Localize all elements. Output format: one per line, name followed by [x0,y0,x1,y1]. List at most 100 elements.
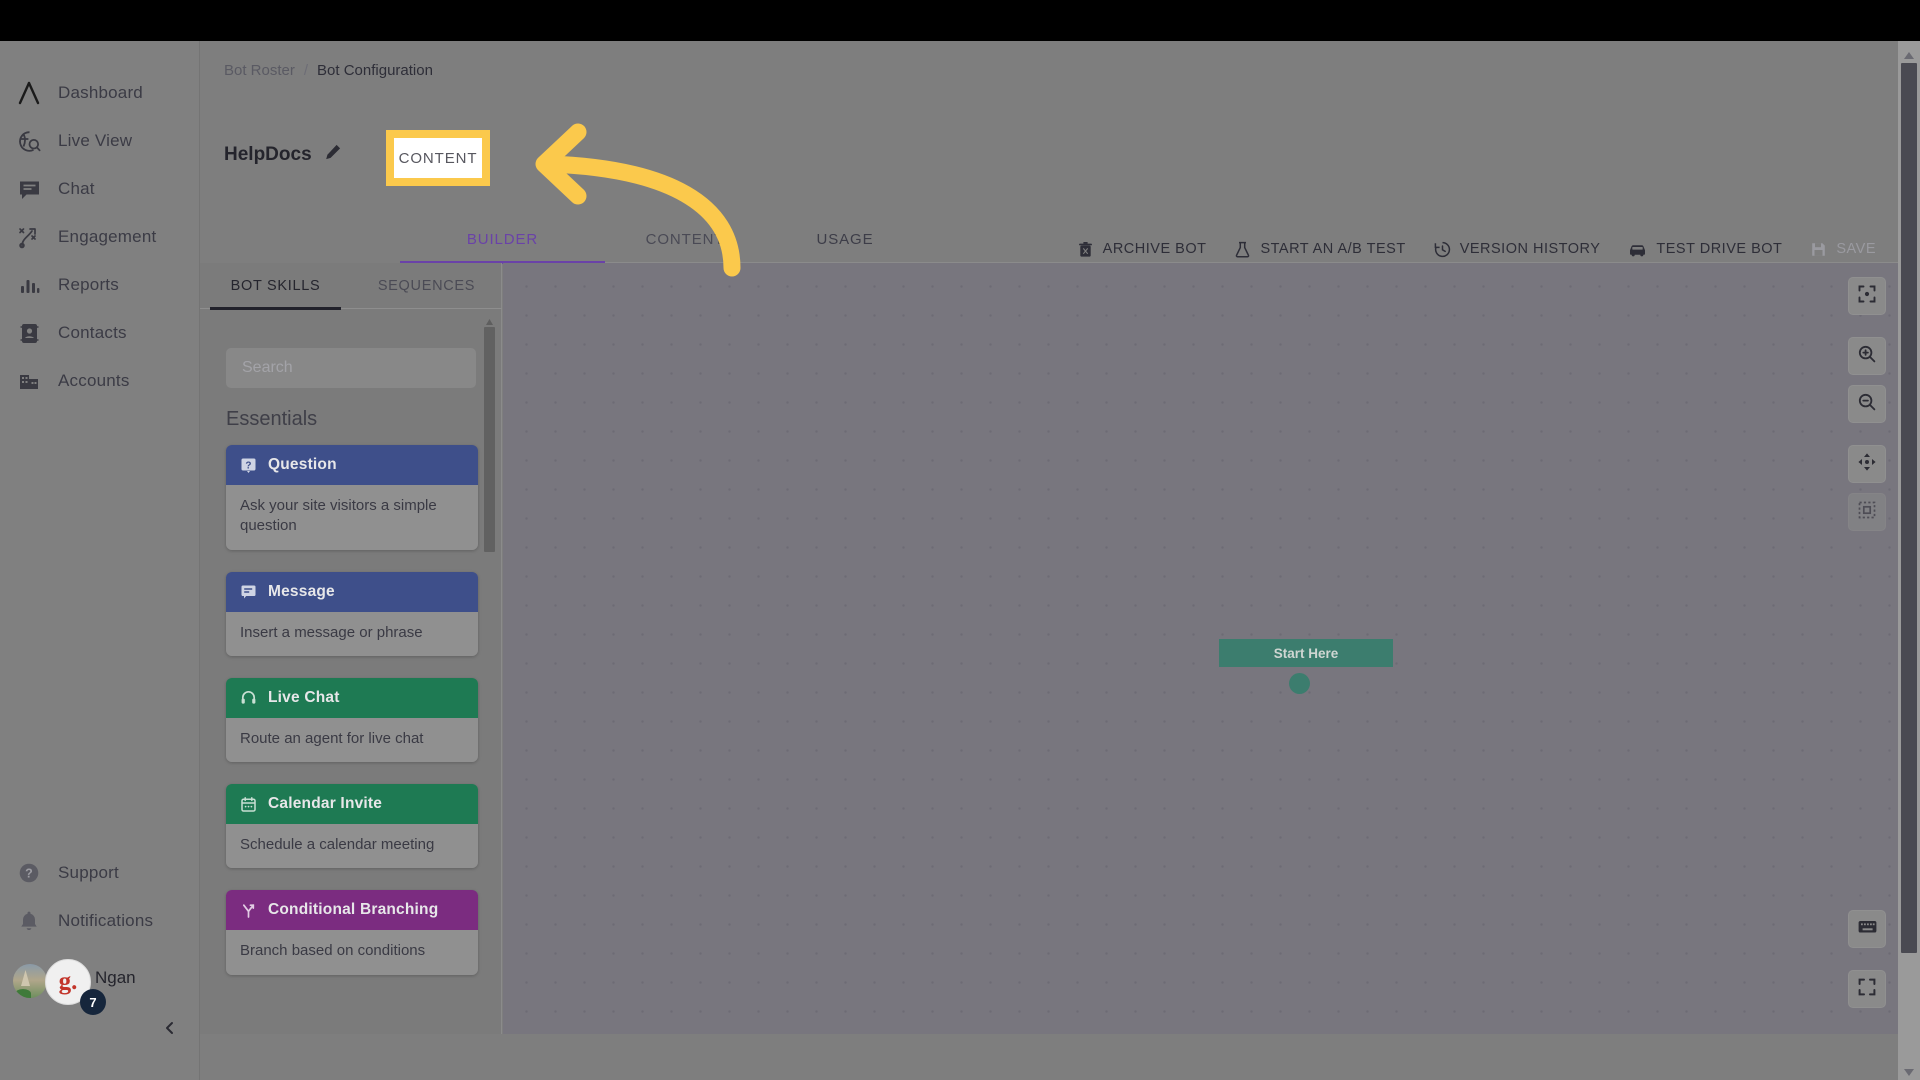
left-sidebar: Dashboard Live View Chat Engagement Repo… [0,41,200,1080]
flask-icon [1234,241,1251,258]
sidebar-item-label: Support [58,863,119,882]
panel-scrollbar[interactable] [484,313,495,1026]
skill-card-title: Calendar Invite [268,795,383,812]
search-input[interactable] [242,359,460,377]
tab-usage[interactable]: USAGE [765,216,925,263]
scroll-down-arrow-icon[interactable] [1903,1064,1915,1076]
scroll-up-arrow-icon[interactable] [1903,47,1915,59]
skill-card-list: ? Question Ask your site visitors a simp… [226,445,478,997]
save-button[interactable]: SAVE [1796,231,1890,267]
skill-card-description: Ask your site visitors a simple question [226,485,478,550]
search-box[interactable] [226,348,476,388]
page-scrollbar[interactable] [1898,41,1920,1080]
scroll-up-arrow-icon[interactable] [485,313,494,325]
test-drive-bot-button[interactable]: TEST DRIVE BOT [1614,231,1796,267]
sidebar-item-label: Contacts [58,323,127,342]
canvas-controls-top [1848,277,1886,541]
skill-card-header: Calendar Invite [226,784,478,824]
sidebar-collapse-button[interactable] [155,1015,185,1045]
fullscreen-button[interactable] [1848,970,1886,1008]
panel-tab-label: SEQUENCES [377,278,476,294]
select-area-button[interactable] [1848,493,1886,531]
sidebar-item-contacts[interactable]: Contacts [0,309,200,357]
keyboard-shortcuts-button[interactable] [1848,910,1886,948]
start-ab-test-button[interactable]: START AN A/B TEST [1220,231,1419,267]
tab-label: CONTENT [645,231,725,248]
skill-card-live-chat[interactable]: Live Chat Route an agent for live chat [226,677,478,762]
pan-mode-button[interactable] [1848,445,1886,483]
toolbar-label: ARCHIVE BOT [1102,241,1207,257]
building-icon [0,369,58,394]
breadcrumb-separator: / [303,62,309,79]
zoom-out-icon [1857,392,1877,417]
sidebar-item-reports[interactable]: Reports [0,261,200,309]
sidebar-item-notifications[interactable]: Notifications [0,897,200,945]
skill-card-header: ? Question [226,445,478,485]
question-circle-icon: ? [0,861,58,885]
bot-flow-canvas[interactable]: Start Here [503,263,1898,1034]
start-here-label: Start Here [1273,645,1339,661]
sidebar-item-live-view[interactable]: Live View [0,117,200,165]
engagement-path-icon [0,225,58,250]
sidebar-item-label: Chat [58,179,95,198]
sidebar-item-support[interactable]: ? Support [0,849,200,897]
sidebar-item-label: Accounts [58,371,130,390]
focus-target-icon [1857,284,1877,309]
skill-card-message[interactable]: Message Insert a message or phrase [226,571,478,656]
toolbar-label: TEST DRIVE BOT [1656,241,1783,257]
skill-card-header: Live Chat [226,677,478,718]
skill-card-calendar-invite[interactable]: Calendar Invite Schedule a calendar meet… [226,784,478,869]
sidebar-item-label: Notifications [58,911,154,930]
start-node-connector[interactable] [1289,673,1310,694]
annotation-highlight-box: CONTENT [386,130,490,186]
sidebar-item-label: Engagement [58,227,157,246]
skill-card-description: Schedule a calendar meeting [226,824,478,869]
skill-card-title: Live Chat [268,688,340,706]
page-scrollbar-thumb[interactable] [1901,63,1917,953]
calendar-icon [240,796,257,813]
svg-text:?: ? [245,460,251,471]
contact-card-icon [0,321,58,346]
svg-text:?: ? [25,867,33,881]
skill-card-description: Branch based on conditions [226,930,478,975]
tab-bot-skills[interactable]: BOT SKILLS [200,263,351,310]
center-canvas-button[interactable] [1848,277,1886,315]
version-history-button[interactable]: VERSION HISTORY [1420,231,1615,267]
tab-sequences[interactable]: SEQUENCES [351,263,502,309]
zoom-in-button[interactable] [1848,337,1886,375]
breadcrumb-parent-link[interactable]: Bot Roster [224,62,295,79]
tab-content[interactable]: CONTENT [605,216,765,263]
sidebar-item-accounts[interactable]: Accounts [0,357,200,405]
sidebar-item-dashboard[interactable]: Dashboard [0,69,200,117]
toolbar-label: SAVE [1836,241,1876,257]
skill-card-title: Message [268,582,335,600]
zoom-out-button[interactable] [1848,385,1886,423]
avatar[interactable] [13,964,47,998]
panel-scroll-region: Essentials ? Question Ask your site visi… [200,310,502,1034]
skill-card-title: Conditional Branching [268,901,439,919]
sidebar-item-chat[interactable]: Chat [0,165,200,213]
skill-card-header: Conditional Branching [226,890,478,931]
sidebar-item-label: Reports [58,275,119,294]
move-arrows-icon [1857,452,1877,477]
breadcrumb-current: Bot Configuration [317,62,433,79]
question-square-icon: ? [240,457,257,474]
chevron-left-icon [162,1020,178,1041]
canvas-controls-bottom [1848,910,1886,1018]
globe-search-icon [0,129,58,154]
section-title-essentials: Essentials [226,408,318,430]
history-icon [1434,241,1451,258]
page-title: HelpDocs [224,143,312,165]
skill-card-question[interactable]: ? Question Ask your site visitors a simp… [226,445,478,550]
app-root: Dashboard Live View Chat Engagement Repo… [0,0,1920,1080]
skill-card-header: Message [226,571,478,612]
tab-builder[interactable]: BUILDER [400,216,605,264]
sidebar-item-engagement[interactable]: Engagement [0,213,200,261]
skill-card-conditional-branching[interactable]: Conditional Branching Branch based on co… [226,890,478,975]
archive-bot-button[interactable]: ARCHIVE BOT [1063,231,1221,267]
panel-scrollbar-thumb[interactable] [484,327,495,552]
pencil-icon[interactable] [324,143,342,166]
notification-count-badge[interactable]: 7 [80,989,106,1015]
zoom-in-icon [1857,344,1877,369]
start-here-node[interactable]: Start Here [1219,639,1393,667]
